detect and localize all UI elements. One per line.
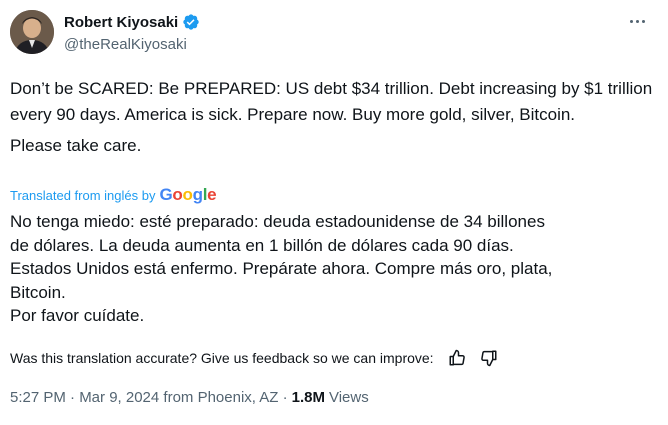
tweet-paragraph: Please take care. [10, 136, 142, 155]
more-options-button[interactable] [626, 10, 648, 32]
more-options-icon [629, 19, 645, 23]
tweet-text: Don’t be SCARED: Be PREPARED: US debt $3… [10, 76, 658, 159]
translated-text: No tenga miedo: esté preparado: deuda es… [10, 210, 658, 328]
tweet-card: Robert Kiyosaki @theRealKiyosaki Don’t b… [0, 0, 668, 425]
author-avatar[interactable] [10, 10, 54, 54]
thumbs-down-icon[interactable] [480, 349, 498, 367]
google-logo: Google [159, 185, 217, 204]
translated-by-link[interactable]: Translated from inglés by Google [10, 185, 217, 205]
thumbs-up-icon[interactable] [448, 349, 466, 367]
verified-badge-icon [182, 13, 200, 31]
translation-line: Estados Unidos está enfermo. Prepárate a… [10, 259, 553, 278]
tweet-timestamp[interactable]: 5:27 PM · Mar 9, 2024 from Phoenix, AZ · [10, 389, 288, 406]
translation-line: Bitcoin. [10, 282, 66, 302]
translation-line: No tenga miedo: esté preparado: deuda es… [10, 212, 545, 231]
translation-feedback: Was this translation accurate? Give us f… [10, 349, 498, 367]
author-handle[interactable]: @theRealKiyosaki [64, 36, 187, 53]
translation-line: Por favor cuídate. [10, 306, 145, 325]
views-count: 1.8M [291, 389, 325, 406]
author-name-row: Robert Kiyosaki [64, 13, 200, 31]
author-display-name[interactable]: Robert Kiyosaki [64, 14, 178, 31]
tweet-paragraph: Don’t be SCARED: Be PREPARED: US debt $3… [10, 79, 653, 124]
translated-by-label: Translated from inglés by [10, 187, 156, 203]
views-label: Views [328, 389, 369, 406]
tweet-meta: 5:27 PM · Mar 9, 2024 from Phoenix, AZ ·… [10, 389, 369, 406]
feedback-question: Was this translation accurate? Give us f… [10, 350, 434, 366]
translation-line: de dólares. La deuda aumenta en 1 billón… [10, 235, 514, 255]
